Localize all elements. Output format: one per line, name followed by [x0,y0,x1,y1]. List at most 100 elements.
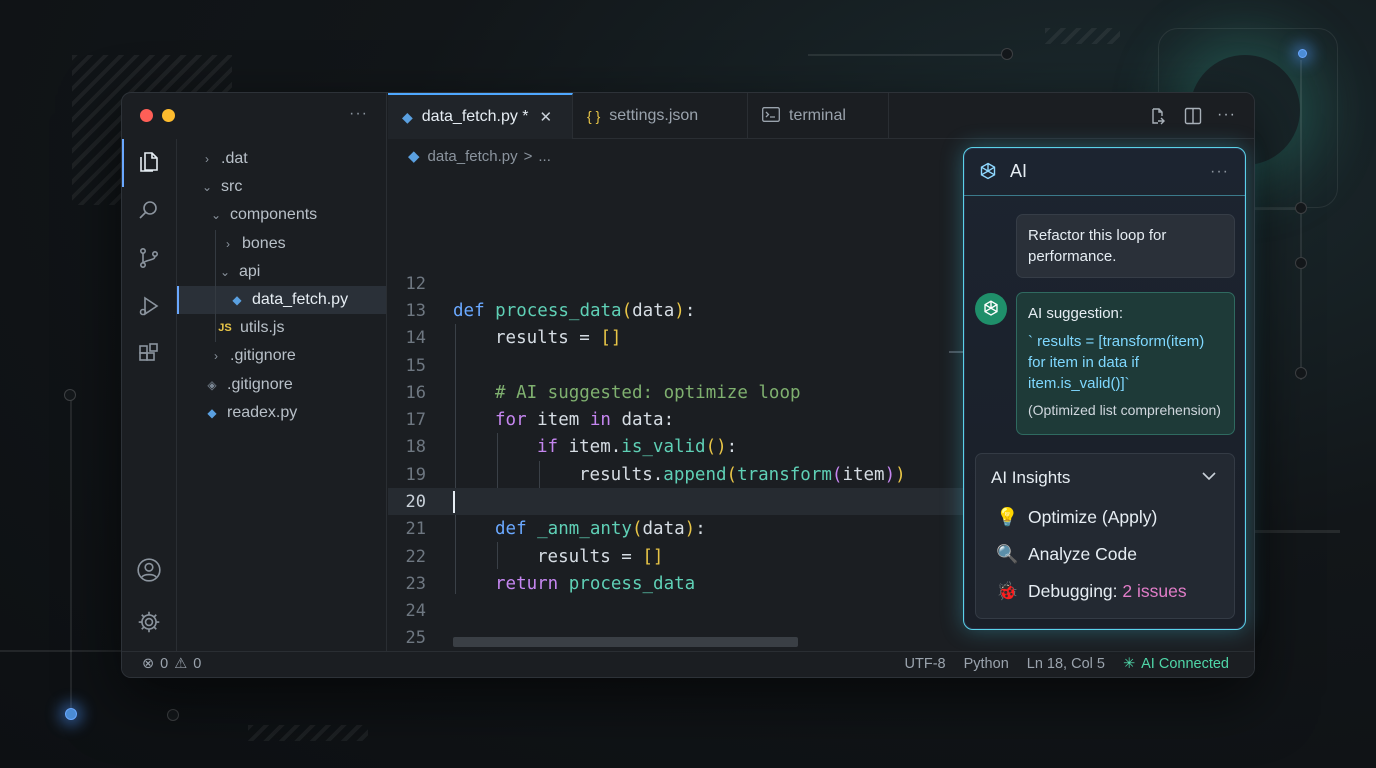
breadcrumb-file[interactable]: data_fetch.py [428,148,518,165]
circuit-line [1300,60,1302,380]
insight-analyze-code[interactable]: 🔍 Analyze Code [996,544,1137,565]
chevron-down-icon: ⌄ [219,264,231,279]
problems-indicator[interactable]: ⊗ 0 ⚠ 0 [142,656,201,672]
tree-item-label: .gitignore [230,347,296,365]
line-number: 24 [405,600,426,621]
background-hatch-pattern [1045,28,1120,44]
line-number: 12 [405,273,426,294]
tree-item-label: data_fetch.py [252,291,349,309]
extensions-icon[interactable] [136,341,162,367]
indent-guide [215,285,216,315]
code-line: 12 [388,270,963,297]
cursor-position-indicator[interactable]: Ln 18, Col 5 [1027,656,1105,672]
insight-label: Debugging: [1028,581,1123,601]
braces-icon: { } [587,108,601,124]
code-line: 19 results.append(transform(item)) [388,461,963,488]
code-editor[interactable]: 12 13 def process_data(data): 14 results… [388,173,963,651]
language-indicator[interactable]: Python [964,656,1009,672]
tree-item-bones-folder[interactable]: › bones [177,229,386,258]
run-debug-icon[interactable] [136,293,162,319]
close-window-button[interactable] [140,109,153,122]
code-text: results = [] [495,327,622,348]
activity-bar [122,139,177,651]
line-number: 23 [405,573,426,594]
bug-icon: 🐞 [996,581,1019,601]
tree-item-src-folder[interactable]: ⌄ src [177,173,386,201]
issues-count[interactable]: 2 issues [1122,581,1186,602]
tree-item-readex-file[interactable]: ◆ readex.py [177,399,386,427]
circuit-node-glow [1298,49,1307,58]
chevron-down-icon: ⌄ [201,180,213,195]
line-number: 16 [405,382,426,403]
close-icon[interactable]: ✕ [540,108,553,126]
ai-status-indicator[interactable]: ✳ AI Connected [1123,656,1229,672]
user-message: Refactor this loop for performance. [1016,214,1235,278]
code-line-current: 20 [388,488,963,515]
sparkle-icon: ✳ [1122,656,1136,672]
ai-suggestion-message: AI suggestion: ` results = [transform(it… [1016,292,1235,435]
code-text: return process_data [495,573,696,594]
ai-suggestion-code[interactable]: ` results = [transform(item) for item in… [1028,331,1223,394]
explorer-icon[interactable] [136,149,162,175]
circuit-node-glow [65,708,77,720]
tree-item-dat-folder[interactable]: › .dat [177,145,386,173]
insight-optimize-apply[interactable]: 💡 Optimize (Apply) [996,507,1157,528]
more-icon[interactable]: ··· [1210,163,1229,181]
settings-gear-icon[interactable] [136,609,162,635]
tree-item-label: api [239,262,261,280]
encoding-indicator[interactable]: UTF-8 [905,656,946,672]
tree-item-utils-file[interactable]: JS utils.js [177,314,386,343]
line-number: 19 [405,464,426,485]
ai-panel-title: AI [1010,161,1028,181]
circuit-node [1295,202,1307,214]
tab-terminal[interactable]: terminal [748,93,889,139]
status-right: UTF-8 Python Ln 18, Col 5 ✳ AI Connected [905,656,1229,672]
ai-insights-title: AI Insights [991,468,1071,487]
tree-item-label: utils.js [240,319,285,337]
error-count: 0 [160,656,169,672]
python-icon: ◆ [408,148,420,165]
circuit-node [1295,257,1307,269]
tab-data-fetch[interactable]: ◆ data_fetch.py * ✕ [388,93,573,139]
tab-settings-json[interactable]: { } settings.json [573,93,748,139]
tree-item-api-folder[interactable]: ⌄ api [177,257,386,286]
circuit-node [64,389,76,401]
tree-item-gitignore-file[interactable]: ◈ .gitignore [177,371,386,399]
code-line: 18 if item.is_valid(): [388,433,963,460]
user-message-text: Refactor this loop for performance. [1028,227,1167,265]
circuit-line [808,54,1008,56]
tree-item-data-fetch-file[interactable]: ◆ data_fetch.py [177,285,386,315]
more-icon[interactable]: ··· [1217,106,1236,131]
tree-item-label: components [230,206,318,224]
warning-count: 0 [193,656,202,672]
insight-debugging[interactable]: 🐞 Debugging: 2 issues [996,581,1187,602]
breadcrumb-rest[interactable]: ... [538,148,551,165]
ai-panel-header: AI ··· [964,148,1245,196]
account-icon[interactable] [136,557,162,583]
code-text: results.append(transform(item)) [579,464,906,485]
search-icon[interactable] [136,197,162,223]
chevron-down-icon[interactable] [1202,468,1216,484]
line-number: 13 [405,300,426,321]
horizontal-scrollbar[interactable] [453,637,798,647]
tab-label: terminal [789,107,846,124]
compare-icon[interactable] [1149,106,1169,131]
source-control-icon[interactable] [136,245,162,271]
openai-logo-icon [984,300,998,316]
tab-label: data_fetch.py * [421,108,529,125]
code-line: 16 # AI suggested: optimize loop [388,379,963,406]
python-file-icon: ◆ [232,293,242,308]
tree-item-components-folder[interactable]: ⌄ components [177,201,386,229]
tree-item-gitignore-folder[interactable]: › .gitignore [177,342,386,370]
circuit-line [1255,530,1340,533]
tab-label: settings.json [609,107,699,124]
circuit-line [70,395,72,715]
more-actions-icon[interactable]: ··· [349,105,368,123]
code-text: for item in data: [495,409,675,430]
python-icon: ◆ [402,108,413,125]
warning-icon: ⚠ [174,656,188,672]
minimize-window-button[interactable] [162,109,175,122]
circuit-line [0,650,122,652]
split-editor-icon[interactable] [1183,106,1203,131]
git-file-icon: ◈ [207,377,217,392]
